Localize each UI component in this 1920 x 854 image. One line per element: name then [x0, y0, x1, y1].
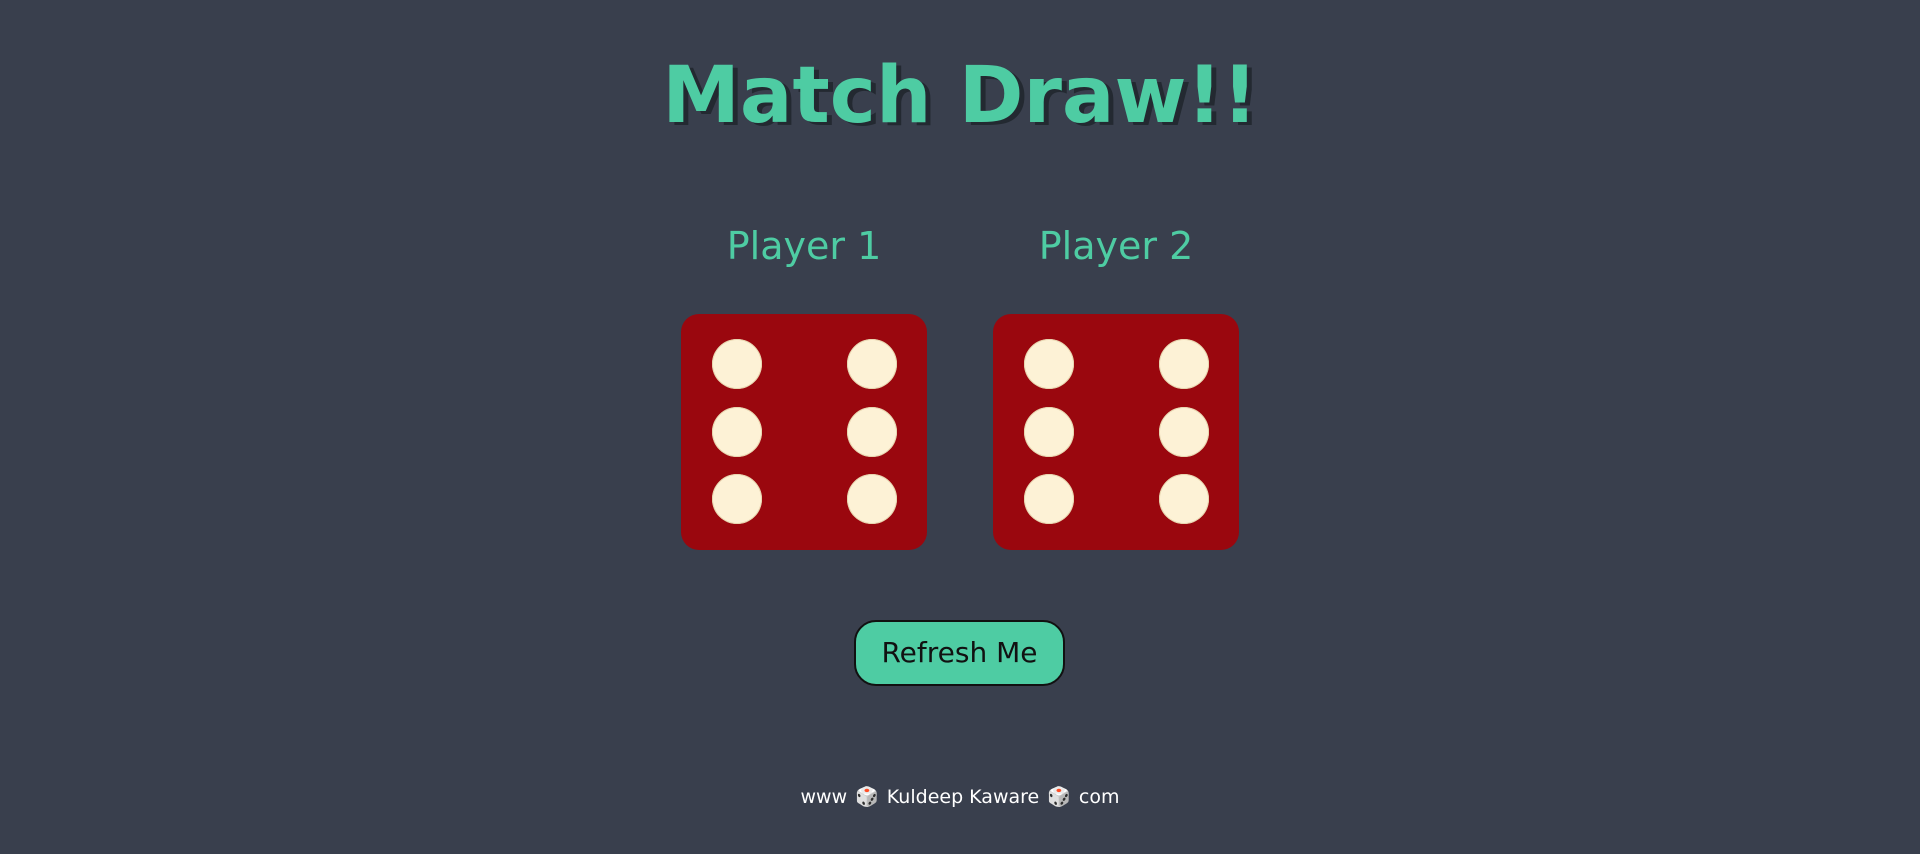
die-pip [712, 474, 762, 524]
footer-author-name: Kuldeep Kaware [886, 786, 1040, 808]
player-1-die [681, 314, 927, 550]
die-pip [1024, 474, 1074, 524]
footer-prefix: www [800, 786, 848, 808]
player-2-die [993, 314, 1239, 550]
game-title: Match Draw!! [662, 51, 1258, 141]
die-pip [712, 407, 762, 457]
die-pip [847, 407, 897, 457]
dice-icon: 🎲 [855, 786, 879, 808]
die-pip [847, 339, 897, 389]
footer-suffix: com [1078, 786, 1120, 808]
footer: www 🎲 Kuldeep Kaware 🎲 com [0, 784, 1920, 810]
die-pip [1159, 474, 1209, 524]
refresh-button[interactable]: Refresh Me [854, 620, 1065, 686]
player-1-label: Player 1 [726, 224, 882, 268]
dice-icon: 🎲 [1047, 786, 1071, 808]
die-pip [712, 339, 762, 389]
die-pip [1159, 339, 1209, 389]
player-2-label: Player 2 [1038, 224, 1194, 268]
die-pip [847, 474, 897, 524]
die-pip [1024, 339, 1074, 389]
die-pip [1159, 407, 1209, 457]
die-pip [1024, 407, 1074, 457]
